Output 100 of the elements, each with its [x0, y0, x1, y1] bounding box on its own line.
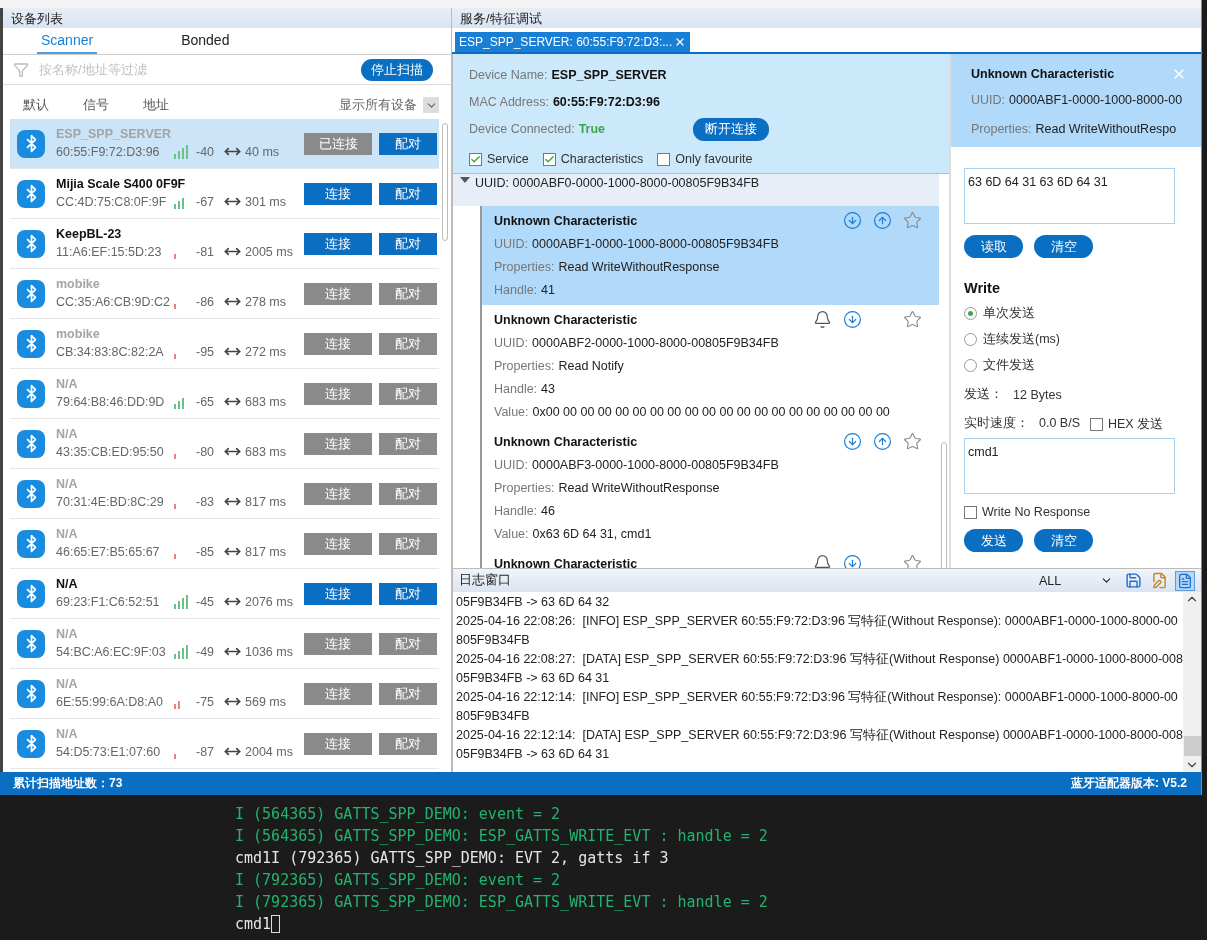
connect-button[interactable]: 连接 — [304, 182, 372, 205]
device-name: N/A — [56, 427, 79, 441]
arrow-up-circle-icon[interactable] — [872, 211, 892, 230]
write-action-button[interactable]: 发送 — [964, 529, 1023, 552]
field-value: 0x00 00 00 00 00 00 00 00 00 00 00 00 00 00 00 00 00 00 00 00 — [532, 404, 890, 419]
stat-value: 12 Bytes — [1013, 387, 1062, 402]
device-name: N/A — [56, 627, 79, 641]
characteristic-card[interactable]: Unknown Characteristic UUID: 0000ABF1-0000-1000-8000-00805F9B34FB Properties: Read WriteWithoutResponse Handle: 41 — [480, 206, 939, 305]
checkbox[interactable] — [964, 505, 977, 519]
filter-field[interactable]: 按名称/地址等过滤 — [37, 61, 353, 78]
radio-button[interactable] — [964, 333, 977, 346]
rssi-value: -95 — [196, 344, 216, 359]
log-line: 05F9B34FB -> 63 6D 64 31 — [456, 746, 611, 763]
rssi-value: -67 — [196, 194, 216, 209]
connect-button[interactable]: 连接 — [304, 232, 372, 255]
log-level-select[interactable]: ALL — [1039, 571, 1117, 590]
bluetooth-icon — [17, 529, 45, 558]
pair-button[interactable]: 配对 — [379, 232, 437, 255]
section-title: Write — [964, 280, 1001, 296]
device-tab[interactable]: ESP_SPP_SERVER: 60:55:F9:72:D3:... — [455, 32, 691, 52]
field-label: Handle: — [494, 503, 538, 518]
tab[interactable]: Scanner — [37, 28, 98, 54]
interval-value: 2005 ms — [245, 244, 293, 259]
panel-title: 设备列表 — [3, 8, 451, 28]
checkbox-label: Write No Response — [982, 505, 1091, 519]
save-icon[interactable] — [1123, 570, 1143, 591]
pair-button[interactable]: 配对 — [379, 132, 437, 155]
checkbox-label: HEX 发送 — [1108, 416, 1164, 433]
arrow-down-circle-icon[interactable] — [842, 310, 862, 329]
expand-triangle-icon[interactable] — [460, 177, 470, 185]
scrollbar-thumb[interactable] — [1183, 736, 1201, 756]
write-value-field[interactable]: cmd1 — [964, 438, 1175, 494]
device-address: 60:55:F9:72:D3:96 — [56, 144, 161, 159]
radio-button[interactable] — [964, 359, 977, 372]
connect-button[interactable]: 连接 — [304, 582, 372, 605]
sort-option[interactable]: 地址 — [143, 96, 169, 114]
interval-value: 2004 ms — [245, 744, 293, 759]
document-icon[interactable] — [1175, 570, 1195, 591]
tab[interactable]: Bonded — [177, 28, 234, 54]
device-filter-label: 显示所有设备 — [339, 96, 417, 114]
star-icon[interactable] — [902, 310, 922, 329]
write-action-button[interactable]: 清空 — [1034, 529, 1093, 552]
radio-button[interactable] — [964, 307, 977, 320]
info-label: MAC Address: — [469, 95, 549, 109]
read-value-field[interactable]: 63 6D 64 31 63 6D 64 31 — [964, 168, 1175, 224]
pair-button[interactable]: 配对 — [379, 182, 437, 205]
scrollbar-thumb[interactable] — [442, 123, 448, 241]
star-icon[interactable] — [902, 432, 922, 451]
device-address: 6E:55:99:6A:D8:A0 — [56, 694, 165, 709]
device-address: CC:4D:75:C8:0F:9F — [56, 194, 168, 209]
device-address: 11:A6:EF:15:5D:23 — [56, 244, 163, 259]
checkbox[interactable] — [542, 152, 556, 166]
checkbox[interactable] — [1090, 418, 1103, 431]
field-value: 0000ABF2-0000-1000-8000-00805F9B34FB — [532, 335, 779, 350]
interval-value: 2076 ms — [245, 594, 293, 609]
bell-icon[interactable] — [812, 310, 832, 329]
sort-option[interactable]: 信号 — [83, 96, 109, 114]
scan-count: 累计扫描地址数：73 — [13, 775, 123, 792]
stop-scan-button[interactable]: 停止扫描 — [361, 58, 433, 81]
star-icon[interactable] — [902, 211, 922, 230]
device-address: 54:BC:A6:EC:9F:03 — [56, 644, 167, 659]
checkbox[interactable] — [469, 152, 482, 166]
pair-button[interactable]: 配对 — [379, 582, 437, 605]
device-name: mobike — [56, 277, 101, 291]
disconnect-button[interactable]: 断开连接 — [693, 117, 770, 141]
field-label: Value: — [494, 526, 529, 541]
log-line: 2025-04-16 22:12:14: [INFO] ESP_SPP_SERVER 60:55:F9:72:D3:96 写特征(Without Response): 0000ABF1-0000-1000-8000-00 — [456, 689, 1179, 706]
characteristic-name: Unknown Characteristic — [494, 312, 639, 327]
checkbox[interactable] — [657, 152, 671, 166]
bell-icon[interactable] — [812, 554, 832, 568]
field-value: 0x63 6D 64 31, cmd1 — [532, 526, 652, 541]
device-address: 46:65:E7:B5:65:67 — [56, 544, 161, 559]
radio-label: 单次发送 — [983, 305, 1035, 322]
field-label: UUID: — [494, 236, 529, 251]
adapter-version: 蓝牙适配器版本: V5.2 — [1071, 775, 1187, 792]
bluetooth-icon — [17, 629, 45, 658]
device-name: mobike — [56, 327, 101, 341]
arrow-up-circle-icon[interactable] — [872, 432, 892, 451]
bluetooth-icon — [17, 579, 45, 608]
sort-option[interactable]: 默认 — [23, 96, 49, 114]
read-action-button[interactable]: 读取 — [964, 235, 1023, 258]
bluetooth-icon — [17, 229, 45, 258]
field-value: 0000ABF1-0000-1000-8000-00 — [1009, 92, 1183, 107]
signal-icon — [174, 700, 180, 709]
read-action-button[interactable]: 清空 — [1034, 235, 1093, 258]
interval-value: 1036 ms — [245, 644, 293, 659]
signal-icon — [174, 594, 188, 609]
arrow-down-circle-icon[interactable] — [842, 211, 862, 230]
device-address: CC:35:A6:CB:9D:C2 — [56, 294, 171, 309]
field-label: Properties: — [494, 358, 555, 373]
terminal-line: cmd1I (792365) GATTS_SPP_DEMO: EVT 2, gatts if 3 — [235, 848, 669, 869]
log-line: 2025-04-16 22:08:26: [INFO] ESP_SPP_SERVER 60:55:F9:72:D3:96 写特征(Without Response): 0000ABF1-0000-1000-8000-00 — [456, 613, 1179, 630]
star-icon[interactable] — [902, 554, 922, 568]
field-label: UUID: — [494, 335, 529, 350]
bluetooth-icon — [17, 729, 45, 758]
field-label: Properties: — [494, 259, 555, 274]
field-label: UUID: — [494, 457, 529, 472]
device-address: 43:35:CB:ED:95:50 — [56, 444, 165, 459]
device-name: N/A — [56, 477, 79, 491]
arrow-down-circle-icon[interactable] — [842, 432, 862, 451]
